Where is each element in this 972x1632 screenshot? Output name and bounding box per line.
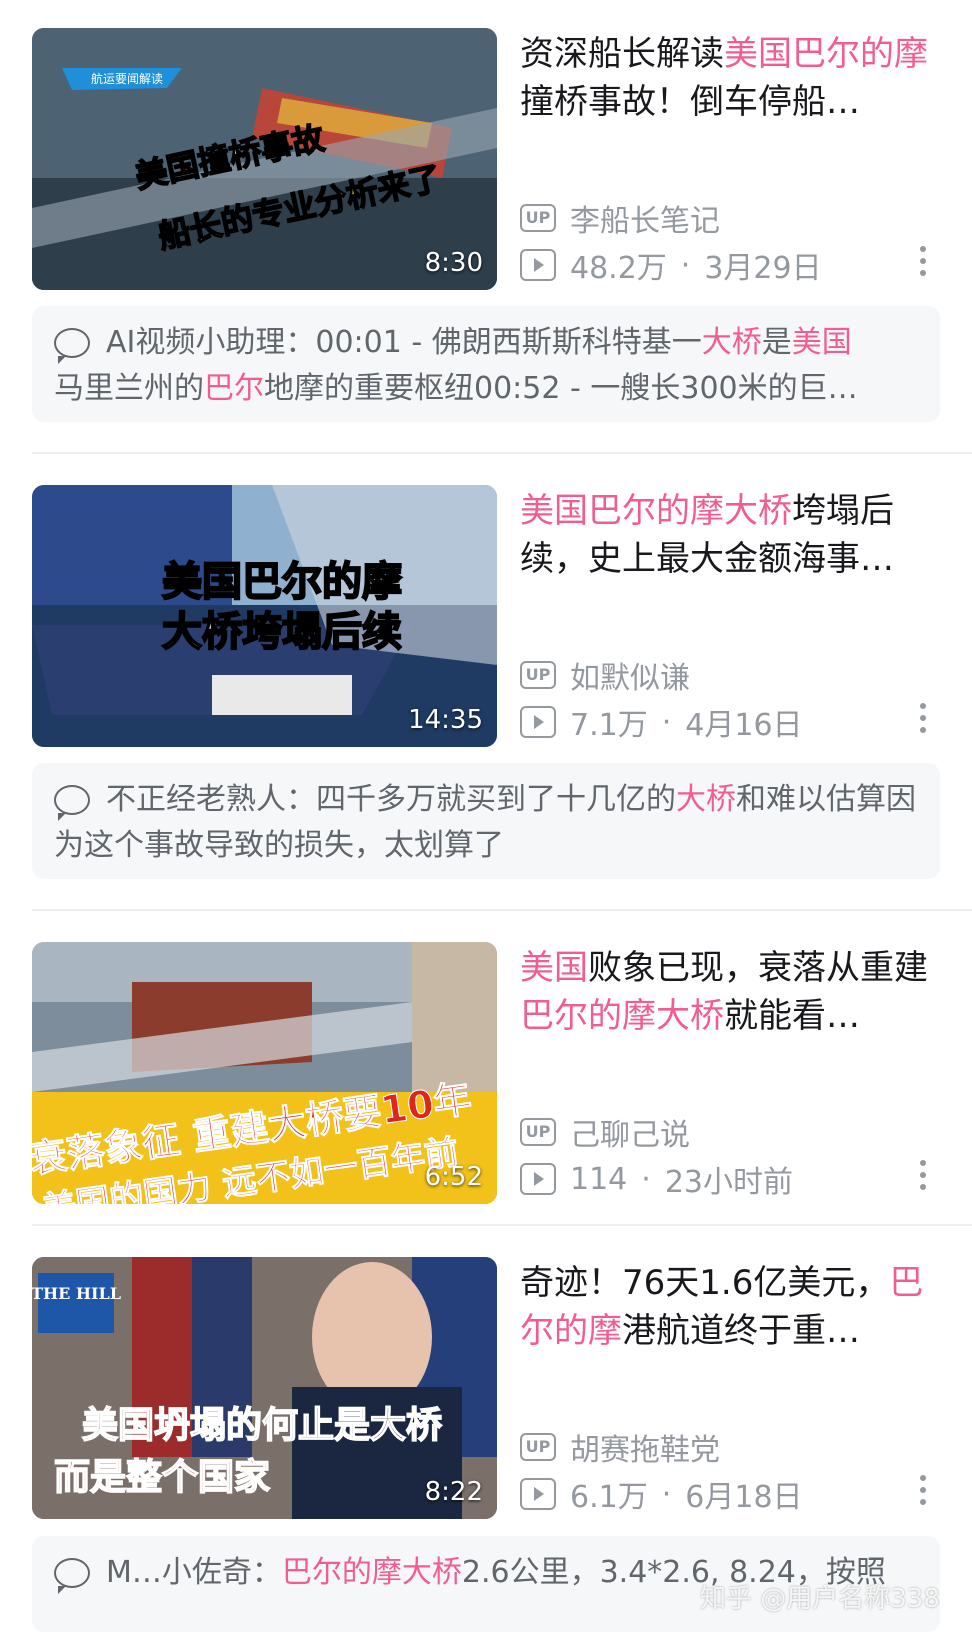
- comment-text: 马里兰州的: [54, 371, 204, 406]
- play-count-icon: [520, 1478, 556, 1510]
- thumbnail-text-2: 而是整个国家: [54, 1457, 270, 1498]
- comment-text: M…小佐奇：: [106, 1555, 282, 1590]
- video-title[interactable]: 美国巴尔的摩大桥垮塌后续，史上最大金额海事…: [520, 487, 940, 583]
- comment-text: 不正经老熟人：四千多万就买到了十几亿的: [106, 782, 676, 817]
- comment-text: 是: [761, 325, 792, 360]
- comment-text: 地摩的重要枢纽00:52 - 一艘长300米的巨…: [264, 371, 858, 406]
- title-segment: 就能看…: [724, 996, 860, 1036]
- more-options-icon[interactable]: [920, 246, 930, 276]
- video-duration: 6:52: [424, 1162, 483, 1192]
- separator: ·: [680, 247, 691, 283]
- separator: ·: [661, 1476, 672, 1512]
- publish-date: 23小时前: [664, 1165, 793, 1200]
- play-count-icon: [520, 706, 556, 738]
- title-segment: 港航道终于重…: [622, 1311, 860, 1351]
- uploader-row[interactable]: UP 如默似谦: [520, 653, 690, 697]
- comment-icon: [54, 1558, 90, 1594]
- title-highlight: 美国巴尔的摩: [724, 34, 928, 74]
- divider: [32, 1224, 972, 1226]
- uploader-row[interactable]: UP 李船长笔记: [520, 196, 720, 240]
- comment-highlight: 巴尔的摩大桥: [281, 1555, 462, 1590]
- thumbnail-badge-text: 航运要闻解读: [91, 71, 163, 86]
- comment-preview[interactable]: 不正经老熟人：四千多万就买到了十几亿的大桥和难以估算因为这个事故导致的损失，太划…: [32, 763, 940, 879]
- title-highlight: 美国巴尔的摩大桥: [520, 491, 792, 531]
- view-count: 48.2万: [570, 251, 667, 286]
- title-segment: 奇迹！76天1.6亿美元，: [520, 1263, 890, 1303]
- play-count-icon: [520, 249, 556, 281]
- title-segment: 撞桥事故！倒车停船…: [520, 82, 860, 122]
- uploader-row[interactable]: UP 胡赛拖鞋党: [520, 1425, 720, 1469]
- more-options-icon[interactable]: [920, 1475, 930, 1505]
- thumbnail-text-2: 大桥垮塌后续: [162, 609, 402, 655]
- stats-row: 7.1万 · 4月16日: [520, 700, 803, 744]
- view-count: 6.1万: [570, 1480, 648, 1515]
- more-options-icon[interactable]: [920, 703, 930, 733]
- uploader-name: 胡赛拖鞋党: [570, 1433, 720, 1468]
- video-title[interactable]: 资深船长解读美国巴尔的摩撞桥事故！倒车停船…: [520, 30, 940, 126]
- divider: [32, 452, 972, 454]
- video-duration: 14:35: [408, 705, 483, 735]
- comment-highlight: 大桥: [676, 782, 736, 817]
- video-thumbnail[interactable]: 航运要闻解读 美国撞桥事故 船长的专业分析来了 8:30: [32, 28, 497, 290]
- video-title[interactable]: 奇迹！76天1.6亿美元，巴尔的摩港航道终于重…: [520, 1259, 940, 1355]
- comment-text: AI视频小助理：00:01 - 佛朗西斯斯科特基一: [106, 325, 702, 360]
- video-card[interactable]: 衰落象征 重建大桥要10年 美国的国力 远不如一百年前 6:52 美国败象已现，…: [0, 942, 972, 1204]
- comment-preview[interactable]: AI视频小助理：00:01 - 佛朗西斯斯科特基一大桥是美国马里兰州的巴尔地摩的…: [32, 306, 940, 422]
- stats-row: 6.1万 · 6月18日: [520, 1472, 803, 1516]
- stats-row: 114 · 23小时前: [520, 1157, 793, 1201]
- title-highlight: 美国: [520, 948, 588, 988]
- thumbnail-badge-text: THE HILL: [32, 1284, 121, 1303]
- view-count: 114: [570, 1161, 628, 1197]
- divider: [32, 909, 972, 911]
- video-card[interactable]: THE HILL 美国坍塌的何止是大桥 而是整个国家 8:22 奇迹！76天1.…: [0, 1257, 972, 1519]
- comment-highlight: 美国: [791, 325, 852, 360]
- video-card[interactable]: 航运要闻解读 美国撞桥事故 船长的专业分析来了 8:30 资深船长解读美国巴尔的…: [0, 28, 972, 290]
- video-thumbnail[interactable]: THE HILL 美国坍塌的何止是大桥 而是整个国家 8:22: [32, 1257, 497, 1519]
- play-count-icon: [520, 1163, 556, 1195]
- video-thumbnail[interactable]: 衰落象征 重建大桥要10年 美国的国力 远不如一百年前 6:52: [32, 942, 497, 1204]
- up-icon: UP: [520, 204, 556, 232]
- publish-date: 4月16日: [685, 708, 803, 743]
- uploader-name: 如默似谦: [570, 661, 690, 696]
- uploader-name: 李船长笔记: [570, 204, 720, 239]
- publish-date: 6月18日: [685, 1480, 803, 1515]
- video-duration: 8:22: [424, 1477, 483, 1507]
- separator: ·: [641, 1161, 651, 1197]
- comment-icon: [54, 785, 90, 821]
- title-segment: 败象已现，衰落从重建: [588, 948, 928, 988]
- thumbnail-text-1: 美国坍塌的何止是大桥: [82, 1405, 442, 1446]
- comment-highlight: 巴尔: [204, 371, 264, 406]
- up-icon: UP: [520, 1433, 556, 1461]
- uploader-name: 己聊己说: [570, 1118, 690, 1153]
- comment-highlight: 大桥: [701, 325, 762, 360]
- video-duration: 8:30: [424, 248, 483, 278]
- watermark: 知乎 @用户名称338: [700, 1584, 940, 1614]
- view-count: 7.1万: [570, 708, 648, 743]
- uploader-row[interactable]: UP 己聊己说: [520, 1110, 690, 1154]
- video-title[interactable]: 美国败象已现，衰落从重建巴尔的摩大桥就能看…: [520, 944, 940, 1040]
- title-highlight: 巴尔的摩大桥: [520, 996, 724, 1036]
- stats-row: 48.2万 · 3月29日: [520, 243, 822, 287]
- up-icon: UP: [520, 661, 556, 689]
- comment-icon: [54, 328, 90, 364]
- more-options-icon[interactable]: [920, 1160, 930, 1190]
- title-segment: 资深船长解读: [520, 34, 724, 74]
- video-card[interactable]: 美国巴尔的摩 大桥垮塌后续 14:35 美国巴尔的摩大桥垮塌后续，史上最大金额海…: [0, 485, 972, 747]
- separator: ·: [661, 704, 672, 740]
- thumbnail-text-1: 美国巴尔的摩: [162, 559, 402, 605]
- publish-date: 3月29日: [704, 251, 822, 286]
- up-icon: UP: [520, 1118, 556, 1146]
- video-thumbnail[interactable]: 美国巴尔的摩 大桥垮塌后续 14:35: [32, 485, 497, 747]
